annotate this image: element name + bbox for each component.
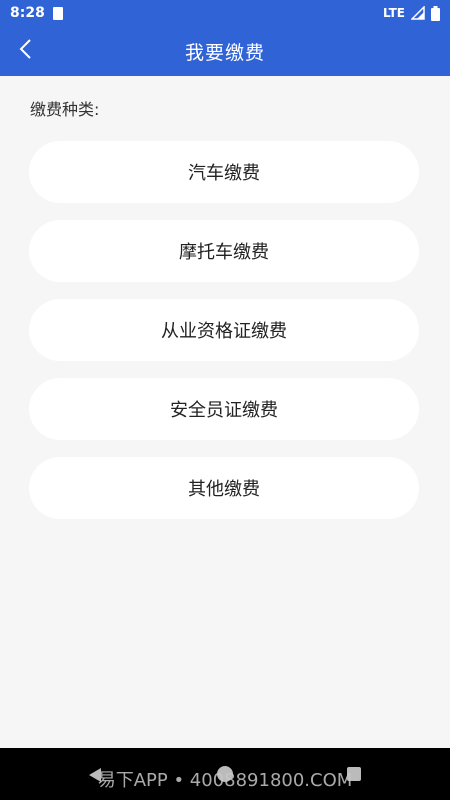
section-label: 缴费种类: <box>30 100 100 119</box>
watermark: 易下APP • 4008891800.COM <box>97 770 353 791</box>
motorcycle-payment-button[interactable]: 摩托车缴费 <box>29 220 419 282</box>
sim-card-icon <box>52 6 63 20</box>
battery-icon <box>431 5 440 21</box>
page-title: 我要缴费 <box>184 41 265 64</box>
signal-icon <box>411 6 425 20</box>
chevron-left-icon <box>18 38 32 64</box>
status-right: LTE <box>382 5 440 21</box>
header-bar: 我要缴费 <box>0 26 450 76</box>
safety-officer-cert-payment-button[interactable]: 安全员证缴费 <box>29 378 419 440</box>
other-payment-button[interactable]: 其他缴费 <box>29 457 419 519</box>
back-button[interactable] <box>10 36 40 66</box>
main-content: 缴费种类: 汽车缴费 摩托车缴费 从业资格证缴费 安全员证缴费 其他缴费 <box>0 76 450 748</box>
qualification-cert-payment-button[interactable]: 从业资格证缴费 <box>29 299 419 361</box>
status-time: 8:28 <box>10 5 45 21</box>
system-nav-bar: 易下APP • 4008891800.COM <box>0 748 450 800</box>
status-left: 8:28 <box>10 5 63 21</box>
car-payment-button[interactable]: 汽车缴费 <box>29 141 419 203</box>
network-type: LTE <box>382 6 405 20</box>
payment-type-list: 汽车缴费 摩托车缴费 从业资格证缴费 安全员证缴费 其他缴费 <box>29 141 419 536</box>
status-bar: 8:28 LTE <box>0 0 450 26</box>
